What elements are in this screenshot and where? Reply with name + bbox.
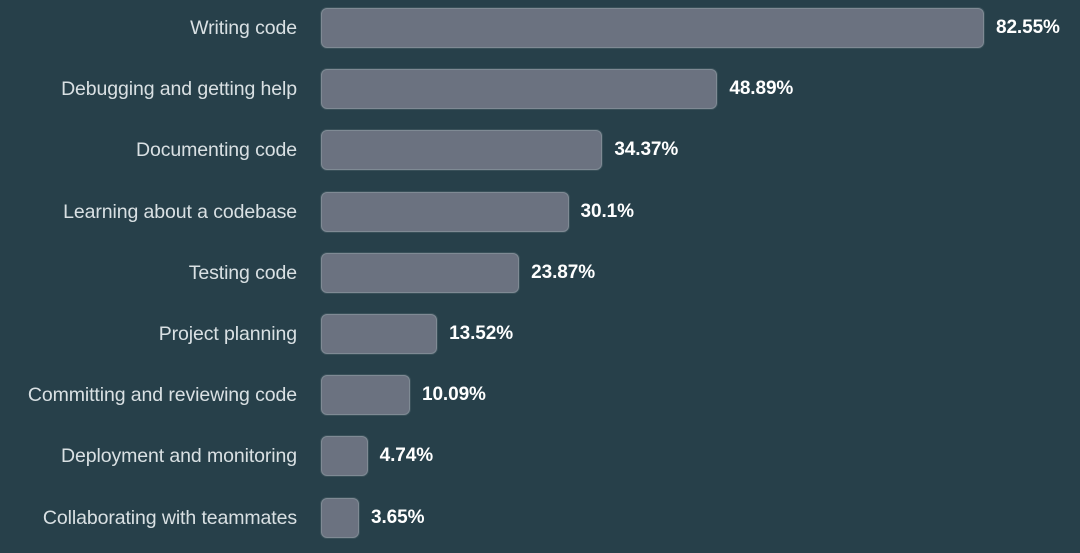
bar[interactable] — [321, 436, 368, 477]
bar-value-label: 23.87% — [531, 261, 595, 283]
bar-value-label: 3.65% — [371, 506, 425, 528]
bar[interactable] — [321, 314, 438, 354]
category-label: Debugging and getting help — [61, 78, 297, 101]
bar-track: 30.1% — [321, 191, 994, 232]
bar-track: 48.89% — [321, 69, 994, 110]
bar-row: Learning about a codebase 30.1% — [0, 191, 1080, 232]
bar-row: Project planning 13.52% — [0, 314, 1080, 354]
chart-plot-area: Writing code 82.55% Debugging and getting … — [0, 0, 1080, 553]
bar-value-label: 4.74% — [379, 445, 433, 467]
bar-row: Debugging and getting help 48.89% — [0, 69, 1080, 110]
bar-chart: Writing code 82.55% Debugging and getting … — [0, 0, 1080, 553]
category-label: Deployment and monitoring — [61, 445, 297, 468]
bar-track: 23.87% — [321, 252, 994, 293]
bar-value-label: 10.09% — [422, 384, 486, 406]
bar-value-label: 30.1% — [580, 200, 634, 222]
bar-track: 82.55% — [321, 8, 1060, 48]
bar-row: Deployment and monitoring 4.74% — [0, 436, 1080, 477]
bar-value-label: 34.37% — [614, 139, 679, 161]
bar[interactable] — [321, 191, 569, 232]
bar[interactable] — [321, 497, 359, 538]
category-label: Testing code — [188, 261, 297, 284]
category-label: Writing code — [190, 17, 297, 39]
bar[interactable] — [321, 69, 718, 110]
bar-row: Testing code 23.87% — [0, 252, 1080, 293]
bar-value-label: 13.52% — [449, 323, 514, 344]
bar-track: 3.65% — [321, 497, 994, 538]
bar-row: Committing and reviewing code 10.09% — [0, 375, 1080, 416]
category-label: Project planning — [158, 323, 297, 345]
bar-track: 10.09% — [321, 375, 994, 416]
bar-value-label: 48.89% — [729, 78, 794, 100]
bar[interactable] — [321, 375, 410, 416]
bar-track: 13.52% — [321, 314, 994, 354]
category-label: Learning about a codebase — [63, 200, 297, 223]
category-label: Committing and reviewing code — [27, 384, 297, 407]
bar-track: 34.37% — [321, 130, 994, 171]
bar[interactable] — [321, 8, 984, 48]
bar[interactable] — [321, 130, 603, 171]
bar-row: Collaborating with teammates 3.65% — [0, 497, 1080, 538]
bar-track: 4.74% — [321, 436, 994, 477]
bar-row: Writing code 82.55% — [0, 8, 1080, 48]
bar[interactable] — [321, 252, 520, 293]
bar-value-label: 82.55% — [996, 17, 1060, 38]
category-label: Documenting code — [136, 139, 297, 162]
category-label: Collaborating with teammates — [42, 506, 297, 529]
bar-row: Documenting code 34.37% — [0, 130, 1080, 171]
